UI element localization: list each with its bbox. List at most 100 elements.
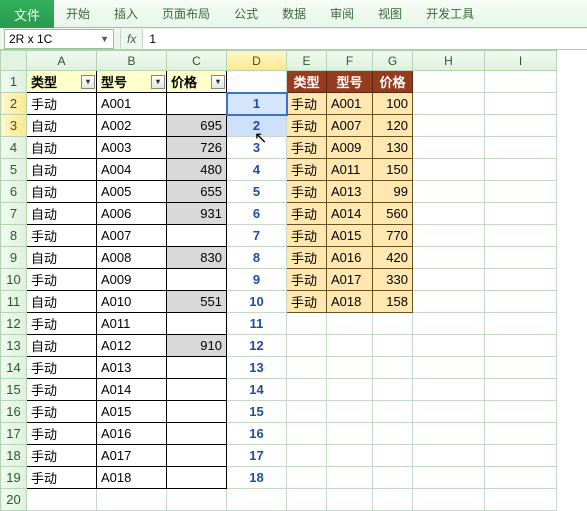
- cell-C4[interactable]: 726: [167, 137, 227, 159]
- cell-G11[interactable]: 158: [373, 291, 413, 313]
- cell-E10[interactable]: 手动: [287, 269, 327, 291]
- cell-G10[interactable]: 330: [373, 269, 413, 291]
- row-header-18[interactable]: 18: [1, 445, 27, 467]
- cell-G6[interactable]: 99: [373, 181, 413, 203]
- cell-I20[interactable]: [485, 489, 557, 511]
- ribbon-tab-layout[interactable]: 页面布局: [150, 0, 222, 27]
- cell-F7[interactable]: A014: [327, 203, 373, 225]
- cell-E11[interactable]: 手动: [287, 291, 327, 313]
- cell-C12[interactable]: [167, 313, 227, 335]
- cell-I12[interactable]: [485, 313, 557, 335]
- cell-A16[interactable]: 手动: [27, 401, 97, 423]
- cell-B14[interactable]: A013: [97, 357, 167, 379]
- cell-B17[interactable]: A016: [97, 423, 167, 445]
- cell-B7[interactable]: A006: [97, 203, 167, 225]
- cell-B8[interactable]: A007: [97, 225, 167, 247]
- cell-C14[interactable]: [167, 357, 227, 379]
- cell-C5[interactable]: 480: [167, 159, 227, 181]
- col-header-E[interactable]: E: [287, 51, 327, 71]
- cell-D19[interactable]: 18: [227, 467, 287, 489]
- col-header-G[interactable]: G: [373, 51, 413, 71]
- cell-G15[interactable]: [373, 379, 413, 401]
- cell-I7[interactable]: [485, 203, 557, 225]
- row-header-9[interactable]: 9: [1, 247, 27, 269]
- cell-A10[interactable]: 手动: [27, 269, 97, 291]
- col-header-D[interactable]: D: [227, 51, 287, 71]
- cell-G19[interactable]: [373, 467, 413, 489]
- cell-F5[interactable]: A011: [327, 159, 373, 181]
- spreadsheet-grid[interactable]: ABCDEFGHI1类型▾型号▾价格▾类型型号价格2手动A0011手动A0011…: [0, 50, 587, 511]
- cell-G20[interactable]: [373, 489, 413, 511]
- cell-A18[interactable]: 手动: [27, 445, 97, 467]
- cell-H2[interactable]: [413, 93, 485, 115]
- row-header-11[interactable]: 11: [1, 291, 27, 313]
- cell-C1[interactable]: 价格▾: [167, 71, 227, 93]
- cell-F9[interactable]: A016: [327, 247, 373, 269]
- cell-B9[interactable]: A008: [97, 247, 167, 269]
- cell-H16[interactable]: [413, 401, 485, 423]
- cell-G7[interactable]: 560: [373, 203, 413, 225]
- filter-button[interactable]: ▾: [81, 75, 95, 89]
- row-header-17[interactable]: 17: [1, 423, 27, 445]
- cell-A3[interactable]: 自动: [27, 115, 97, 137]
- ribbon-tab-view[interactable]: 视图: [366, 0, 414, 27]
- ribbon-tab-review[interactable]: 审阅: [318, 0, 366, 27]
- cell-B10[interactable]: A009: [97, 269, 167, 291]
- row-header-7[interactable]: 7: [1, 203, 27, 225]
- cell-I4[interactable]: [485, 137, 557, 159]
- cell-A12[interactable]: 手动: [27, 313, 97, 335]
- cell-C7[interactable]: 931: [167, 203, 227, 225]
- cell-D13[interactable]: 12: [227, 335, 287, 357]
- cell-H12[interactable]: [413, 313, 485, 335]
- cell-A15[interactable]: 手动: [27, 379, 97, 401]
- cell-I15[interactable]: [485, 379, 557, 401]
- cell-G9[interactable]: 420: [373, 247, 413, 269]
- cell-I8[interactable]: [485, 225, 557, 247]
- cell-C8[interactable]: [167, 225, 227, 247]
- cell-I10[interactable]: [485, 269, 557, 291]
- col-header-B[interactable]: B: [97, 51, 167, 71]
- cell-A4[interactable]: 自动: [27, 137, 97, 159]
- cell-D6[interactable]: 5: [227, 181, 287, 203]
- cell-H15[interactable]: [413, 379, 485, 401]
- cell-G2[interactable]: 100: [373, 93, 413, 115]
- cell-A11[interactable]: 自动: [27, 291, 97, 313]
- cell-C17[interactable]: [167, 423, 227, 445]
- cell-B4[interactable]: A003: [97, 137, 167, 159]
- cell-F6[interactable]: A013: [327, 181, 373, 203]
- cell-E13[interactable]: [287, 335, 327, 357]
- cell-C15[interactable]: [167, 379, 227, 401]
- cell-A1[interactable]: 类型▾: [27, 71, 97, 93]
- cell-E14[interactable]: [287, 357, 327, 379]
- cell-I5[interactable]: [485, 159, 557, 181]
- cell-A14[interactable]: 手动: [27, 357, 97, 379]
- cell-G3[interactable]: 120: [373, 115, 413, 137]
- cell-D3[interactable]: 2: [227, 115, 287, 137]
- cell-A20[interactable]: [27, 489, 97, 511]
- cell-A13[interactable]: 自动: [27, 335, 97, 357]
- cell-I16[interactable]: [485, 401, 557, 423]
- name-box-dropdown-icon[interactable]: ▼: [100, 34, 109, 44]
- cell-A19[interactable]: 手动: [27, 467, 97, 489]
- cell-E1[interactable]: 类型: [287, 71, 327, 93]
- cell-F19[interactable]: [327, 467, 373, 489]
- name-box[interactable]: 2R x 1C ▼: [4, 29, 114, 49]
- cell-A5[interactable]: 自动: [27, 159, 97, 181]
- cell-C16[interactable]: [167, 401, 227, 423]
- cell-F8[interactable]: A015: [327, 225, 373, 247]
- cell-F10[interactable]: A017: [327, 269, 373, 291]
- cell-A2[interactable]: 手动: [27, 93, 97, 115]
- cell-I11[interactable]: [485, 291, 557, 313]
- cell-A6[interactable]: 自动: [27, 181, 97, 203]
- cell-D2[interactable]: 1: [227, 93, 287, 115]
- cell-H9[interactable]: [413, 247, 485, 269]
- cell-H1[interactable]: [413, 71, 485, 93]
- cell-B13[interactable]: A012: [97, 335, 167, 357]
- cell-B11[interactable]: A010: [97, 291, 167, 313]
- cell-B5[interactable]: A004: [97, 159, 167, 181]
- cell-H6[interactable]: [413, 181, 485, 203]
- cell-G16[interactable]: [373, 401, 413, 423]
- cell-F16[interactable]: [327, 401, 373, 423]
- cell-E7[interactable]: 手动: [287, 203, 327, 225]
- cell-C18[interactable]: [167, 445, 227, 467]
